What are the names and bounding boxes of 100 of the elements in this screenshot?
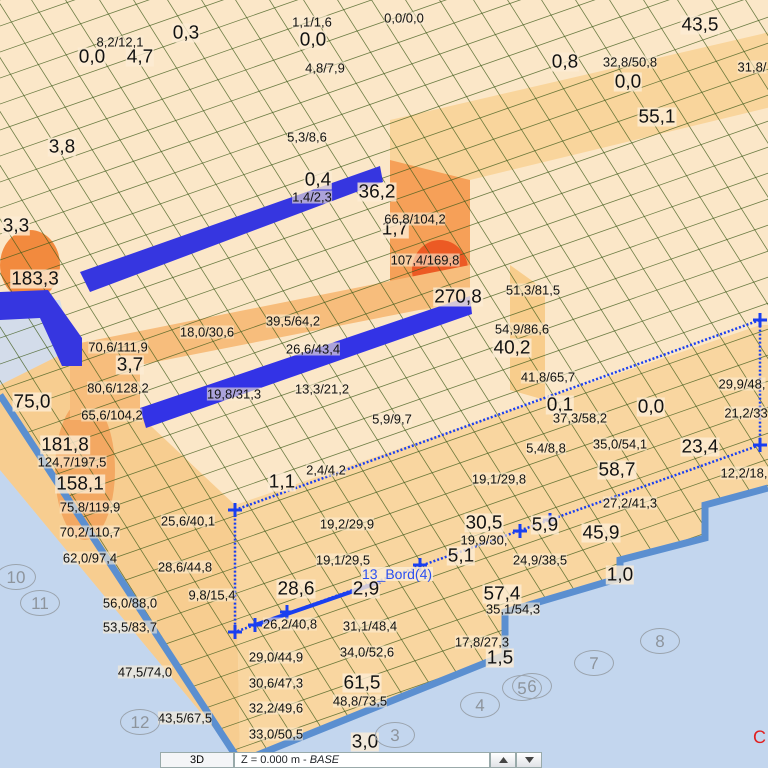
result-value-label: 55,1 xyxy=(638,108,676,126)
result-value-label: 45,9 xyxy=(582,524,620,542)
result-value-label: 1,0 xyxy=(606,566,634,584)
result-range-label: 17,8/27,3 xyxy=(454,636,510,648)
result-range-label: 26,6/43,4 xyxy=(286,342,340,356)
result-range-label: 19,1/29,5 xyxy=(316,554,370,566)
result-range-label: 31,8/ xyxy=(738,60,766,74)
selection-label: 13_Bord(4) xyxy=(360,567,434,581)
result-range-label: 43,5/67,5 xyxy=(158,712,212,724)
result-range-label: 33,0/50,5 xyxy=(248,728,304,740)
result-value-label: 5,9 xyxy=(530,516,560,534)
result-range-label: 26,2/40,8 xyxy=(262,618,318,630)
result-range-label: 107,4/169,8 xyxy=(390,254,460,266)
result-value-label: 1,5 xyxy=(486,648,514,668)
grid-axis-marker: 4 xyxy=(460,692,500,718)
result-value-label: 40,2 xyxy=(492,338,532,358)
result-value-label: 57,4 xyxy=(482,584,522,604)
result-range-label: 32,2/49,6 xyxy=(248,702,304,714)
result-range-label: 29,0/44,9 xyxy=(248,650,304,664)
result-value-label: 61,5 xyxy=(342,674,382,692)
result-value-label: 28,6 xyxy=(276,580,316,598)
result-range-label: 30,6/47,3 xyxy=(248,676,304,690)
grid-axis-marker: 11 xyxy=(20,590,60,616)
triangle-up-icon xyxy=(498,757,508,763)
result-range-label: 37,3/58,2 xyxy=(552,412,608,424)
result-range-label: 13,3/21,2 xyxy=(294,382,350,396)
view-tab[interactable]: 3D xyxy=(160,752,234,768)
result-value-label: 30,5 xyxy=(464,514,504,532)
result-range-label: 41,8/65,7 xyxy=(520,370,576,384)
result-range-label: 51,3/81,5 xyxy=(506,284,560,296)
result-value-label: 5,1 xyxy=(446,546,476,566)
result-range-label: 65,6/104,2 xyxy=(81,408,143,422)
grid-axis-marker: 8 xyxy=(640,628,680,654)
result-range-label: 0,0/0,0 xyxy=(384,12,424,24)
result-value-label: 1,1 xyxy=(268,472,296,492)
result-value-label: 3,8 xyxy=(48,138,76,156)
result-value-label: 270,8 xyxy=(433,288,483,306)
result-range-label: 53,5/83,7 xyxy=(102,620,158,634)
result-range-label: 21,2/33 xyxy=(724,406,768,420)
result-range-label: 124,7/197,5 xyxy=(38,456,106,468)
result-range-label: 5,9/9,7 xyxy=(372,412,412,426)
result-value-label: 3,7 xyxy=(116,356,144,374)
result-value-label: 23,4 xyxy=(680,438,720,456)
grid-axis-marker: 7 xyxy=(574,650,614,676)
result-value-label: 3,0 xyxy=(350,732,380,752)
result-value-label: 181,8 xyxy=(40,436,90,454)
level-field[interactable]: Z = 0.000 m - BASE xyxy=(234,752,490,768)
result-value-label: 0,0 xyxy=(298,30,328,50)
result-value-label: 36,2 xyxy=(358,182,396,202)
result-range-label: 70,6/111,9 xyxy=(88,340,148,354)
result-value-label: 43,5 xyxy=(680,16,720,34)
result-range-label: 80,6/128,2 xyxy=(87,382,149,394)
result-range-label: 19,2/29,9 xyxy=(320,518,374,530)
result-range-label: 1,4/2,3 xyxy=(292,190,332,204)
result-range-label: 32,8/50,8 xyxy=(602,56,658,68)
result-range-label: 1,1/1,6 xyxy=(292,16,332,28)
result-range-label: 4,8/7,9 xyxy=(305,62,345,74)
grid-axis-marker: 10 xyxy=(0,564,36,590)
result-range-label: 27,2/41,3 xyxy=(602,496,658,510)
result-range-label: 12,2/18, xyxy=(720,466,768,480)
result-range-label: 35,0/54,1 xyxy=(592,438,648,450)
spin-down-button[interactable] xyxy=(516,752,542,768)
result-value-label: 0,3 xyxy=(172,24,200,42)
result-value-label: 2,9 xyxy=(352,580,380,598)
result-range-label: 48,8/73,5 xyxy=(332,694,388,708)
result-range-label: 9,8/15,4 xyxy=(188,588,236,602)
corner-mark: C xyxy=(753,728,766,746)
result-range-label: 47,5/74,0 xyxy=(118,666,172,678)
result-range-label: 18,0/30,6 xyxy=(180,326,234,338)
result-range-label: 28,6/44,8 xyxy=(158,560,212,574)
result-value-label: 0,0 xyxy=(636,398,666,416)
result-range-label: 5,4/8,8 xyxy=(526,442,566,454)
result-range-label: 24,9/38,5 xyxy=(512,554,568,566)
result-range-label: 2,4/4,2 xyxy=(306,464,346,476)
result-range-label: 19,8/31,3 xyxy=(206,388,262,400)
result-value-label: 0,0 xyxy=(614,72,642,92)
result-range-label: 39,5/64,2 xyxy=(266,314,320,328)
result-range-label: 8,2/12,1 xyxy=(96,36,144,48)
triangle-down-icon xyxy=(524,757,534,763)
result-range-label: 75,8/119,9 xyxy=(60,500,120,514)
spin-up-button[interactable] xyxy=(490,752,516,768)
result-value-label: 0,1 xyxy=(546,396,574,414)
result-value-label: 158,1 xyxy=(55,474,105,494)
result-range-label: 35,1/54,3 xyxy=(486,602,540,616)
result-value-label: 0,8 xyxy=(550,52,580,72)
result-range-label: 54,9/86,6 xyxy=(494,322,550,336)
result-range-label: 70,2/110,7 xyxy=(60,526,120,538)
result-value-label: 3,3 xyxy=(2,216,30,236)
result-value-label: 0,0 xyxy=(78,48,106,66)
result-range-label: 29,9/48, xyxy=(718,378,766,390)
result-range-label: 56,0/88,0 xyxy=(102,596,158,610)
result-range-label: 62,0/97,4 xyxy=(62,552,118,564)
grid-axis-marker: 12 xyxy=(120,709,160,735)
result-value-label: 0,4 xyxy=(304,170,332,190)
result-value-label: 58,7 xyxy=(598,460,636,480)
result-range-label: 5,3/8,6 xyxy=(287,130,327,144)
result-range-label: 34,0/52,6 xyxy=(340,646,394,658)
result-range-label: 25,6/40,1 xyxy=(160,514,216,528)
result-value-label: 183,3 xyxy=(10,270,60,288)
result-value-label: 4,7 xyxy=(126,48,154,66)
